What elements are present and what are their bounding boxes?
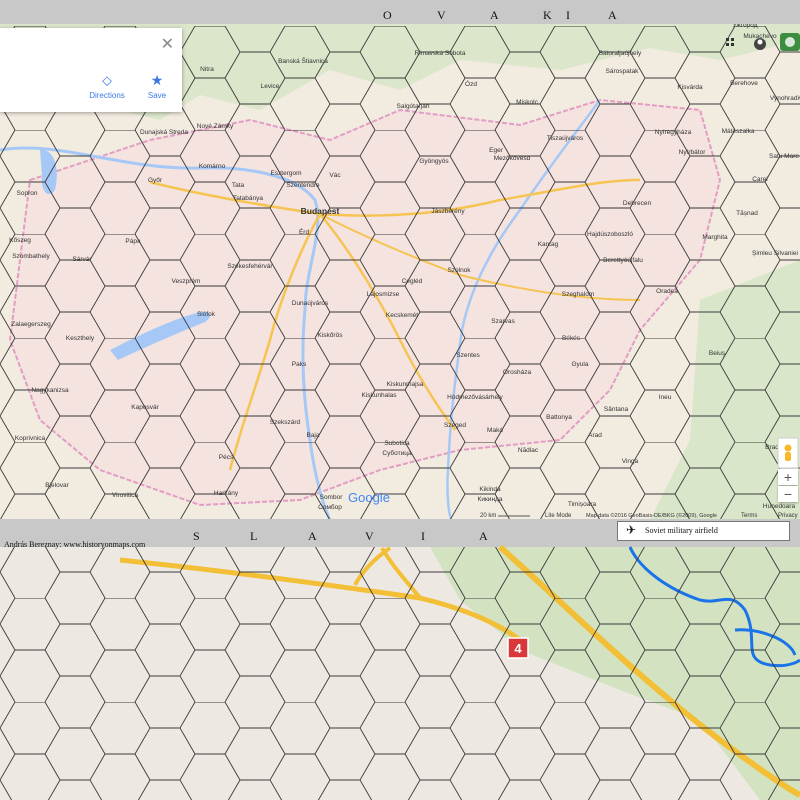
close-icon[interactable]: ✕	[161, 34, 174, 54]
country-letter: V	[365, 529, 374, 543]
terms-link[interactable]: Terms	[741, 513, 757, 519]
lite-mode-link[interactable]: Lite Mode	[545, 513, 572, 519]
zoom-out-button[interactable]: −	[778, 486, 798, 502]
country-letter: I	[421, 529, 425, 543]
legend-box: ✈ Soviet military airfield	[617, 521, 790, 541]
country-letter: A	[308, 529, 317, 543]
save-label: Save	[147, 91, 167, 100]
map-credit: András Bereznay: www.historyonmaps.com	[4, 540, 146, 549]
country-letter: I	[566, 8, 570, 22]
google-logo: Google	[348, 490, 390, 505]
svg-text:20 km: 20 km	[480, 513, 496, 519]
hex-grid-lower	[0, 547, 800, 800]
historical-hex-map: BudapestNitraLeviceBanská ŠtiavnicaRimav…	[0, 0, 800, 800]
pegman-icon[interactable]	[777, 437, 799, 469]
plane-icon: ✈	[626, 523, 637, 537]
zoom-in-button[interactable]: +	[778, 469, 798, 485]
country-letter: O	[383, 8, 392, 22]
directions-button[interactable]: ⬦ Directions	[88, 72, 126, 100]
account-icon[interactable]	[754, 38, 766, 50]
country-letter: L	[250, 529, 257, 543]
unit-counter[interactable]: 4	[507, 637, 529, 659]
directions-icon: ⬦	[102, 72, 112, 88]
map-base-lower[interactable]	[0, 544, 800, 800]
top-overlay-band	[0, 0, 800, 24]
directions-label: Directions	[89, 91, 125, 100]
country-letter: K	[543, 8, 552, 22]
country-letter: V	[437, 8, 446, 22]
country-letter: A	[490, 8, 499, 22]
country-letter: A	[479, 529, 488, 543]
my-places-icon[interactable]	[780, 33, 800, 51]
country-letter: A	[608, 8, 617, 22]
counter-label: 4	[514, 641, 522, 656]
country-letter: S	[193, 529, 200, 543]
place-card: ✕ ⬦ Directions ★ Save	[0, 28, 182, 112]
privacy-link[interactable]: Privacy	[778, 513, 798, 519]
save-button[interactable]: ★ Save	[142, 72, 172, 100]
legend-label: Soviet military airfield	[645, 526, 718, 535]
star-icon: ★	[150, 72, 164, 88]
map-attribution: Map data ©2016 GeoBasis-DE/BKG (©2009), …	[586, 512, 717, 519]
